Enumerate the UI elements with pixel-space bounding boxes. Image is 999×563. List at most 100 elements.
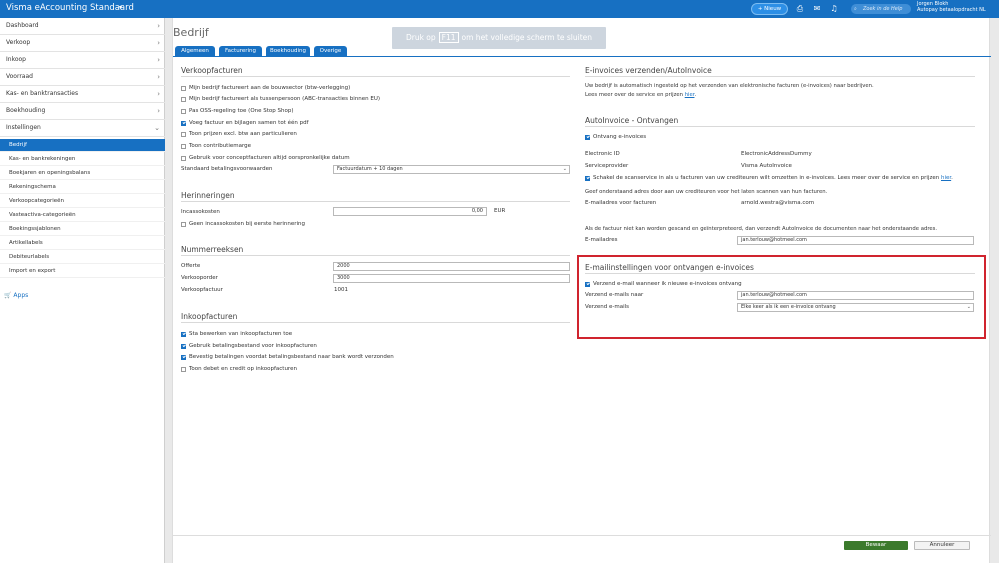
scan-link-hier[interactable]: hier [941,175,951,181]
user-menu[interactable]: Jorgen Blokh Autopay betaalopdracht NL [917,1,986,13]
printer-icon[interactable]: ⎙ [795,4,805,14]
chevron-right-icon: › [157,22,160,30]
checkbox-debet-credit[interactable]: Toon debet en credit op inkoopfacturen [181,365,297,373]
chevron-down-icon[interactable]: ▾ [119,4,122,11]
verkoopfactuur-value: 1001 [334,287,348,293]
main-content: Bedrijf Druk op F11 om het volledige scher… [172,18,991,563]
basket-icon: 🛒 [4,292,12,299]
chevron-down-icon: ⌄ [966,304,971,310]
sidebar-item-apps[interactable]: 🛒 Apps [4,290,28,302]
sidebar-subitem-vasteactiva[interactable]: Vasteactiva-categorieën [0,209,165,222]
provider-value: Visma AutoInvoice [741,163,792,169]
checkbox-verzend-email[interactable]: Verzend e-mail wanneer ik nieuwe e-invoi… [585,280,742,288]
verkoopfactuur-label: Verkoopfactuur [181,287,223,293]
checkbox-oss[interactable]: Pas OSS-regeling toe (One Stop Shop) [181,107,294,115]
checkbox-ontvang-einvoices[interactable]: Ontvang e-invoices [585,133,646,141]
chevron-right-icon: › [157,107,160,115]
section-title-autoinvoice: AutoInvoice - Ontvangen [585,116,679,125]
offerte-label: Offerte [181,263,201,269]
sidebar-subitem-boekingssjablonen[interactable]: Boekingssjablonen [0,223,165,236]
verkooporder-label: Verkooporder [181,275,218,281]
checkbox-tussenpersoon[interactable]: Mijn bedrijf factureert als tussenpersoo… [181,95,380,103]
offerte-input[interactable]: 2000 [333,262,570,271]
checkbox-contributiemarge[interactable]: Toon contributiemarge [181,142,251,150]
fallback-text: Als de factuur niet kan worden gescand e… [585,226,938,232]
chevron-down-icon: ⌄ [562,166,567,172]
chevron-right-icon: › [157,73,160,81]
divider [585,76,975,77]
new-button[interactable]: + Nieuw [751,3,788,15]
invoice-email-value: arnold.westra@visma.com [741,200,815,206]
sidebar-subitem-artikellabels[interactable]: Artikellabels [0,237,165,250]
cancel-button[interactable]: Annuleer [914,541,970,550]
footer-divider [173,535,991,536]
divider [181,76,570,77]
search-icon: ⌕ [854,6,857,12]
checkbox-bouwsector[interactable]: Mijn bedrijf factureert aan de bouwsecto… [181,84,350,92]
email-label: E-mailadres [585,237,618,243]
payment-terms-label: Standaard betalingsvoorwaarden [181,166,273,172]
sidebar-subitem-verkoopcategorieen[interactable]: Verkoopcategorieën [0,195,165,208]
sidebar-item-verkoop[interactable]: Verkoop › [0,35,165,52]
give-address-text: Geef onderstaand adres door aan uw credi… [585,189,828,195]
send-freq-label: Verzend e-mails [585,304,629,310]
chevron-down-icon: ⌄ [154,124,160,132]
sidebar-subitem-bedrijf[interactable]: Bedrijf [0,139,165,152]
send-to-input[interactable]: jan.terlouw@hotmeel.com [737,291,974,300]
section-title-emailsettings: E-mailinstellingen voor ontvangen e-invo… [585,263,754,272]
divider [181,322,570,323]
sidebar-item-inkoop[interactable]: Inkoop › [0,52,165,69]
sidebar-subitem-boekjaren[interactable]: Boekjaren en openingsbalans [0,167,165,180]
top-bar: Visma eAccounting Standaard ▾ + Nieuw ⎙ … [0,0,999,18]
payment-terms-select[interactable]: Factuurdatum + 10 dagen ⌄ [333,165,570,174]
eid-label: Electronic ID [585,151,620,157]
divider [181,255,570,256]
section-title-einvoices: E-invoices verzenden/AutoInvoice [585,66,712,75]
sidebar-item-dashboard[interactable]: Dashboard › [0,18,165,35]
bell-icon[interactable]: ♫ [829,4,839,14]
chevron-right-icon: › [157,90,160,98]
save-button[interactable]: Bewaar [844,541,908,550]
incasso-label: Incassokosten [181,209,220,215]
provider-label: Serviceprovider [585,163,629,169]
email-input[interactable]: jan.terlouw@hotmeel.com [737,236,974,245]
sidebar: Dashboard › Verkoop › Inkoop › Voorraad › Ka… [0,18,165,563]
section-title-inkoopfacturen: Inkoopfacturen [181,312,238,321]
sidebar-item-instellingen[interactable]: Instellingen ⌄ [0,120,165,137]
checkbox-scanservice[interactable]: Schakel de scanservice in als u facturen… [585,174,953,182]
einvoices-info: Uw bedrijf is automatisch ingesteld op h… [585,83,874,89]
divider [585,126,975,127]
app-title[interactable]: Visma eAccounting Standaard [6,3,134,13]
checkbox-geen-incasso[interactable]: Geen incassokosten bij eerste herinnerin… [181,220,305,228]
sidebar-item-kas-bank[interactable]: Kas- en banktransacties › [0,86,165,103]
eid-value: ElectronicAddressDummy [741,151,812,157]
checkbox-bewerken-inkoop[interactable]: Sta bewerken van inkoopfacturen toe [181,330,292,338]
checkbox-bevestig-betalingen[interactable]: Bevestig betalingen voordat betalingsbes… [181,353,394,361]
einvoices-link-hier[interactable]: hier [685,92,695,98]
incasso-input[interactable]: 0,00 [333,207,487,216]
chat-icon[interactable]: ✉ [812,4,822,14]
sidebar-subitem-rekeningschema[interactable]: Rekeningschema [0,181,165,194]
send-freq-select[interactable]: Elke keer als ik een e-invoice ontvang ⌄ [737,303,974,312]
sidebar-item-boekhouding[interactable]: Boekhouding › [0,103,165,120]
send-to-label: Verzend e-mails naar [585,292,644,298]
user-company: Autopay betaalopdracht NL [917,7,986,13]
invoice-email-label: E-mailadres voor facturen [585,200,657,206]
tab-underline [173,56,991,57]
checkbox-samenvoegen-pdf[interactable]: Voeg factuur en bijlagen samen tot één p… [181,119,309,127]
sidebar-subitem-import-export[interactable]: Import en export [0,265,165,278]
checkbox-oorspronkelijke-datum[interactable]: Gebruik voor conceptfacturen altijd oors… [181,154,350,162]
verkooporder-input[interactable]: 3000 [333,274,570,283]
section-title-herinneringen: Herinneringen [181,191,235,200]
einvoices-more-info: Lees meer over de service en prijzen hie… [585,92,697,98]
divider [585,273,975,274]
sidebar-subitem-debiteurlabels[interactable]: Debiteurlabels [0,251,165,264]
page-title: Bedrijf [173,26,209,39]
fullscreen-banner: Druk op F11 om het volledige scherm te slu… [392,27,606,49]
sidebar-item-voorraad[interactable]: Voorraad › [0,69,165,86]
checkbox-prijzen-excl-btw[interactable]: Toon prijzen excl. btw aan particulieren [181,130,297,138]
sidebar-subitem-kas-bankrekeningen[interactable]: Kas- en bankrekeningen [0,153,165,166]
checkbox-betalingsbestand[interactable]: Gebruik betalingsbestand voor inkoopfact… [181,342,317,350]
chevron-right-icon: › [157,56,160,64]
search-input[interactable]: ⌕ Zoek in de Help [851,4,911,14]
